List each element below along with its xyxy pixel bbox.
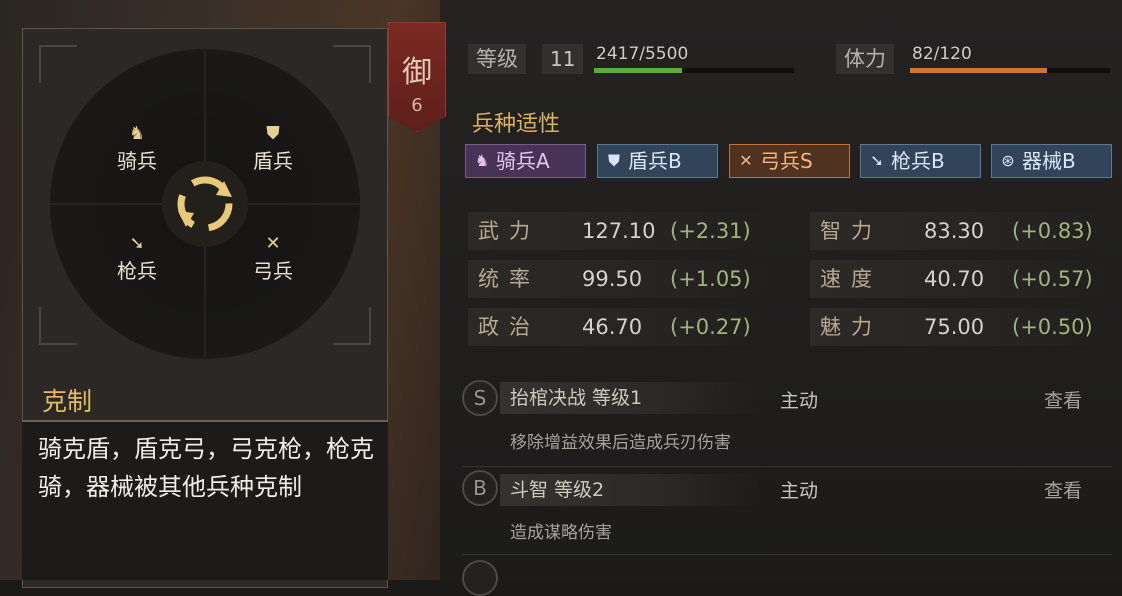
suit-chip-cavalry[interactable]: ♞ 骑兵A (465, 144, 586, 178)
unit-shield: ⛊ 盾兵 (238, 123, 308, 174)
counter-description: 骑克盾，盾克弓，弓克枪，枪克骑，器械被其他兵种克制 (38, 435, 374, 501)
exp-text: 2417/5500 (596, 44, 689, 64)
exp-bar-fill (594, 68, 682, 73)
skill-description: 造成谋略伤害 (510, 523, 612, 543)
suit-label: 枪兵B (891, 149, 945, 173)
unit-label: 骑兵 (117, 149, 157, 173)
attr-value: 75.00 (924, 315, 985, 339)
bow-icon: ✕ (739, 151, 753, 170)
unit-cavalry: ♞ 骑兵 (102, 123, 172, 174)
corner-ornament (39, 45, 77, 83)
attr-row-speed: 速度 40.70 (+0.57) (810, 260, 1110, 298)
unit-spear: ➘ 枪兵 (102, 233, 172, 284)
skill-view-button[interactable]: 查看 (1044, 386, 1082, 413)
level-value: 11 (542, 44, 584, 74)
spear-icon: ➘ (870, 151, 884, 170)
cycle-arrows-icon (177, 176, 233, 232)
skill-description: 移除增益效果后造成兵刃伤害 (510, 433, 731, 453)
suit-chip-shield[interactable]: ⛊ 盾兵B (597, 144, 718, 178)
attr-row-charm: 魅力 75.00 (+0.50) (810, 308, 1110, 346)
skill-view-button[interactable]: 查看 (1044, 476, 1082, 503)
skill-grade-badge-partial (462, 560, 498, 596)
counter-title: 克制 (42, 387, 93, 416)
attr-name: 政治 (478, 315, 540, 339)
suit-label: 弓兵S (760, 149, 813, 173)
attr-bonus: (+0.50) (1012, 315, 1093, 339)
suitability-title: 兵种适性 (472, 112, 561, 137)
attr-name: 魅力 (820, 315, 882, 339)
suit-chip-spear[interactable]: ➘ 枪兵B (860, 144, 981, 178)
unit-label: 弓兵 (253, 259, 293, 283)
attr-bonus: (+1.05) (670, 267, 751, 291)
corner-ornament (333, 307, 371, 345)
unit-label: 枪兵 (117, 259, 157, 283)
skill-name[interactable]: 斗智 等级2 (500, 474, 760, 506)
bow-icon: ✕ (265, 233, 281, 254)
unit-archer: ✕ 弓兵 (238, 233, 308, 284)
attr-row-politics: 政治 46.70 (+0.27) (468, 308, 768, 346)
suit-label: 盾兵B (628, 149, 682, 173)
skill-name[interactable]: 抬棺决战 等级1 (500, 382, 760, 414)
attr-value: 83.30 (924, 219, 985, 243)
attr-row-intellect: 智力 83.30 (+0.83) (810, 212, 1110, 250)
skill-grade-badge: S (462, 380, 498, 416)
machine-icon: ⊛ (1001, 151, 1015, 170)
shield-icon: ⛊ (607, 151, 620, 170)
spear-icon: ➘ (129, 233, 145, 254)
exp-bar (594, 68, 794, 73)
attr-value: 99.50 (582, 267, 643, 291)
skill-type: 主动 (780, 480, 819, 502)
attr-name: 智力 (820, 219, 882, 243)
skill-grade-badge: B (462, 470, 498, 506)
stamina-label: 体力 (836, 44, 894, 74)
attr-value: 46.70 (582, 315, 643, 339)
skill-divider (462, 554, 1112, 555)
rank-level: 6 (411, 95, 423, 116)
level-label: 等级 (468, 44, 526, 74)
stamina-bar-fill (910, 68, 1047, 73)
attr-name: 统率 (478, 267, 540, 291)
corner-ornament (39, 307, 77, 345)
rank-banner: 御 6 (388, 22, 446, 132)
stamina-text: 82/120 (912, 44, 972, 64)
corner-ornament (333, 45, 371, 83)
suit-chip-archer[interactable]: ✕ 弓兵S (729, 144, 850, 178)
attr-value: 40.70 (924, 267, 985, 291)
skill-type: 主动 (780, 390, 819, 412)
counter-wheel: ♞ 骑兵 ⛊ 盾兵 ➘ 枪兵 ✕ 弓兵 (50, 49, 360, 359)
stamina-bar (910, 68, 1110, 73)
attr-bonus: (+2.31) (670, 219, 751, 243)
attr-name: 武力 (478, 219, 540, 243)
attr-row-force: 武力 127.10 (+2.31) (468, 212, 768, 250)
attr-bonus: (+0.27) (670, 315, 751, 339)
shield-icon: ⛊ (266, 123, 280, 144)
skill-divider (462, 466, 1112, 467)
rank-char: 御 (402, 55, 432, 90)
attr-bonus: (+0.57) (1012, 267, 1093, 291)
horse-icon: ♞ (128, 123, 146, 144)
suit-label: 骑兵A (496, 149, 550, 173)
attr-bonus: (+0.83) (1012, 219, 1093, 243)
horse-icon: ♞ (474, 151, 490, 170)
suit-label: 器械B (1022, 149, 1076, 173)
suit-chip-machine[interactable]: ⊛ 器械B (991, 144, 1112, 178)
attr-value: 127.10 (582, 219, 656, 243)
wheel-center (162, 161, 248, 247)
attr-row-command: 统率 99.50 (+1.05) (468, 260, 768, 298)
attr-name: 速度 (820, 267, 882, 291)
unit-label: 盾兵 (253, 149, 293, 173)
